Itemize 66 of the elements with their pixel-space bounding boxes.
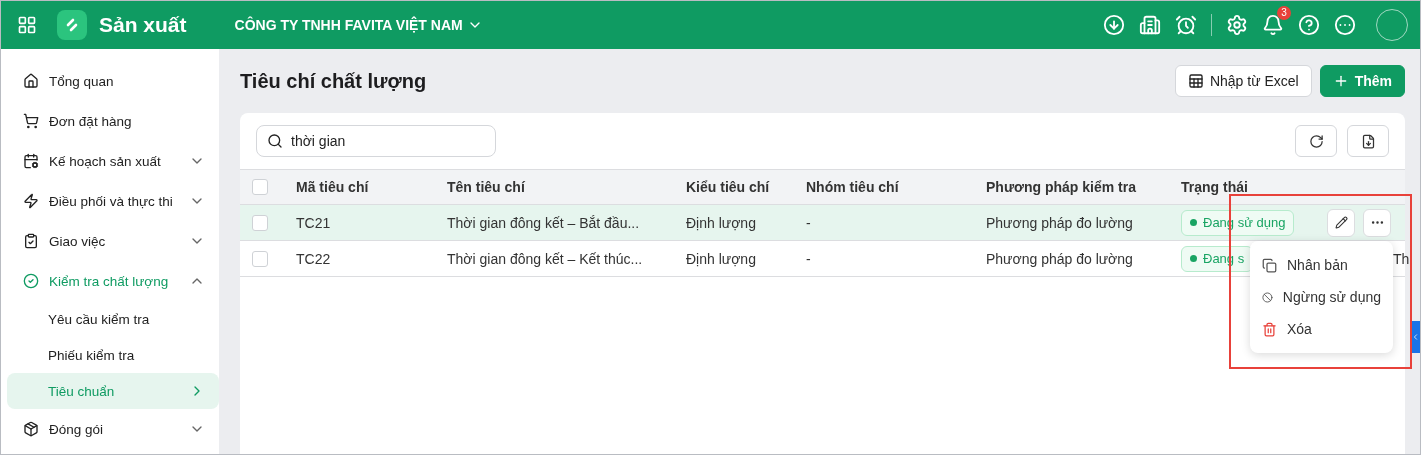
company-selector[interactable]: CÔNG TY TNHH FAVITA VIỆT NAM xyxy=(234,17,483,33)
page-title: Tiêu chí chất lượng xyxy=(240,69,428,93)
check-circle-icon xyxy=(23,273,39,289)
file-icon xyxy=(1360,133,1376,149)
app-name: Sản xuất xyxy=(99,13,187,37)
calendar-icon xyxy=(23,153,39,169)
notifications-icon[interactable] xyxy=(1262,14,1284,36)
sidebar-item[interactable]: Kiểm tra chất lượng xyxy=(7,261,219,301)
building-icon[interactable] xyxy=(1139,14,1161,36)
column-header: Phương pháp kiểm tra xyxy=(985,179,1137,195)
table-cell: TC22 xyxy=(296,250,331,267)
refresh-button[interactable] xyxy=(1295,125,1337,157)
chevron-left-icon xyxy=(1411,332,1420,342)
box-icon xyxy=(23,421,39,437)
sidebar-item[interactable]: Tổng quan xyxy=(7,61,219,101)
search-field[interactable]: thời gian xyxy=(256,125,496,157)
pencil-icon xyxy=(1334,216,1348,229)
sidebar-subitem[interactable]: Yêu cầu kiểm tra xyxy=(7,301,219,337)
export-button[interactable] xyxy=(1347,125,1389,157)
checkbox[interactable] xyxy=(252,214,268,231)
lightning-icon xyxy=(23,193,39,209)
menu-item[interactable]: Xóa xyxy=(1250,313,1393,345)
sidebar-item[interactable]: Đơn đặt hàng xyxy=(7,101,219,141)
notification-count: 3 xyxy=(1277,6,1291,20)
copy-icon xyxy=(1262,257,1277,273)
sidebar-item[interactable]: Điều phối và thực thi xyxy=(7,181,219,221)
menu-item[interactable]: Ngừng sử dụng xyxy=(1250,281,1393,313)
table-icon xyxy=(1187,73,1204,89)
app-logo-icon xyxy=(57,10,87,40)
table-cell: Phương pháp đo lường xyxy=(986,214,1133,231)
search-icon xyxy=(267,133,283,149)
more-button[interactable] xyxy=(1363,208,1391,237)
add-button[interactable]: Thêm xyxy=(1319,65,1405,97)
help-icon[interactable] xyxy=(1298,14,1320,36)
column-header: Trạng thái xyxy=(1180,179,1249,195)
column-header: Mã tiêu chí xyxy=(295,179,370,195)
ban-icon xyxy=(1262,289,1273,305)
apps-menu-icon[interactable] xyxy=(17,15,37,35)
clipboard-icon xyxy=(23,233,39,249)
sidebar-item[interactable]: Đóng gói xyxy=(7,409,219,449)
checkbox[interactable] xyxy=(252,250,268,267)
table-cell: Phương pháp đo lường xyxy=(986,250,1133,267)
sidebar-item[interactable]: Kế hoạch sản xuất xyxy=(7,141,219,181)
settings-icon[interactable] xyxy=(1226,14,1248,36)
import-button[interactable]: Nhập từ Excel xyxy=(1174,65,1312,97)
table-cell: - xyxy=(806,214,811,231)
alarm-clock-icon[interactable] xyxy=(1175,14,1197,36)
column-header: Kiểu tiêu chí xyxy=(685,179,771,195)
trash-icon xyxy=(1262,321,1277,337)
download-icon[interactable] xyxy=(1103,14,1125,36)
table-cell: Thời gian đông kết – Kết thúc... xyxy=(447,250,643,267)
table-cell: Định lượng xyxy=(686,250,756,267)
table-cell: TC21 xyxy=(296,214,331,231)
sidebar-item[interactable]: Giao việc xyxy=(7,221,219,261)
column-header: Nhóm tiêu chí xyxy=(805,179,900,195)
more-icon[interactable] xyxy=(1334,14,1356,36)
sidebar-subitem[interactable]: Phiếu kiểm tra xyxy=(7,337,219,373)
table-cell: - xyxy=(806,250,811,267)
home-icon xyxy=(23,73,39,89)
edit-button[interactable] xyxy=(1327,208,1355,237)
checkbox[interactable] xyxy=(252,179,268,195)
refresh-icon xyxy=(1308,133,1324,149)
cart-icon xyxy=(23,113,39,129)
column-header: Tên tiêu chí xyxy=(446,179,526,195)
table-cell: Định lượng xyxy=(686,214,756,231)
table-cell: Thời gian đông kết – Bắt đầu... xyxy=(447,214,640,231)
